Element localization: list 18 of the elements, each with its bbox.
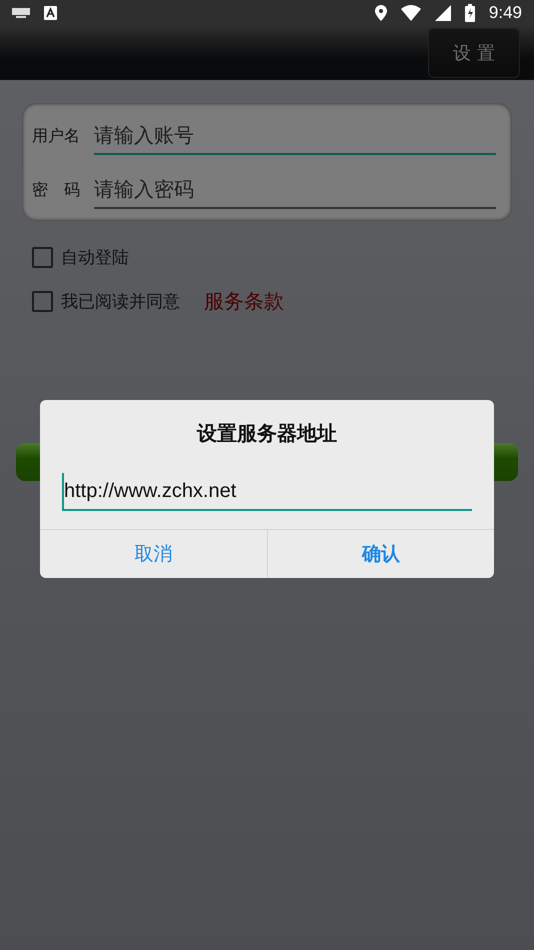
- checkbox-label: 我已阅读并同意: [61, 290, 180, 312]
- dialog-button[interactable]: 取消: [40, 530, 266, 578]
- settings-button[interactable]: 设 置: [428, 28, 520, 78]
- checkbox[interactable]: [32, 246, 53, 268]
- field-label: 密 码: [32, 180, 81, 200]
- url-field[interactable]: http://www.zchx.net: [62, 473, 472, 511]
- checkbox-label: 自动登陆: [61, 246, 129, 268]
- wifi-icon: [400, 5, 421, 21]
- dialog-button[interactable]: 确认: [266, 530, 494, 578]
- text-icon: [44, 6, 57, 20]
- checkbox[interactable]: [32, 290, 53, 312]
- terms-link[interactable]: 服务条款: [204, 288, 284, 314]
- field-label: 用户名: [32, 126, 81, 146]
- battery-icon: [464, 4, 475, 22]
- clock-time: 9:49: [488, 3, 522, 23]
- dialog-title: 设置服务器地址: [196, 420, 338, 447]
- location-icon: [374, 5, 387, 21]
- signal-icon: [434, 5, 451, 21]
